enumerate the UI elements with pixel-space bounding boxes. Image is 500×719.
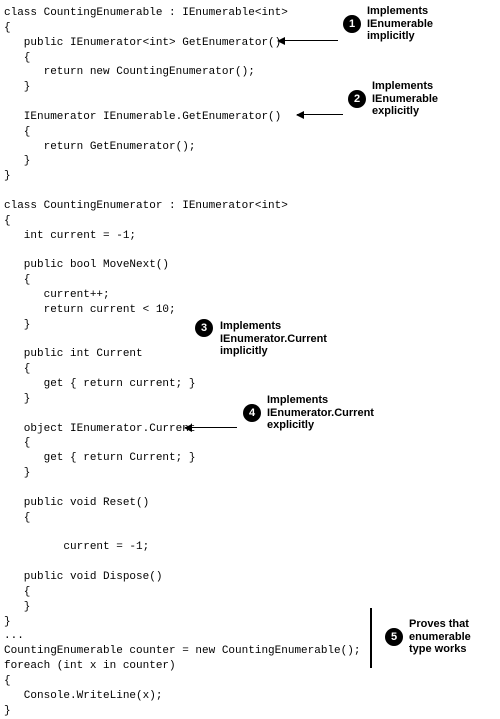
arrow-1 — [278, 40, 338, 41]
callout-2-text: ImplementsIEnumerableexplicitly — [372, 80, 438, 118]
bubble-2: 2 — [348, 90, 366, 108]
callout-1-text: ImplementsIEnumerableimplicitly — [367, 5, 433, 43]
callout-1: 1 ImplementsIEnumerableimplicitly — [343, 5, 433, 43]
bubble-5: 5 — [385, 628, 403, 646]
bubble-3: 3 — [195, 319, 213, 337]
callout-2: 2 ImplementsIEnumerableexplicitly — [348, 80, 438, 118]
arrow-4 — [185, 427, 237, 428]
callout-5-text: Proves thatenumerabletype works — [409, 618, 471, 656]
callout-3-text: ImplementsIEnumerator.Currentimplicitly — [220, 320, 327, 358]
code-figure: class CountingEnumerable : IEnumerable<i… — [0, 0, 500, 675]
callout-4: 4 ImplementsIEnumerator.Currentexplicitl… — [243, 394, 374, 432]
arrow-2 — [297, 114, 343, 115]
bubble-1: 1 — [343, 15, 361, 33]
bubble-3-wrap: 3 — [195, 319, 213, 337]
callout-5: 5 Proves thatenumerabletype works — [385, 618, 471, 656]
bubble-4: 4 — [243, 404, 261, 422]
vline-5 — [370, 608, 372, 668]
callout-4-text: ImplementsIEnumerator.Currentexplicitly — [267, 394, 374, 432]
